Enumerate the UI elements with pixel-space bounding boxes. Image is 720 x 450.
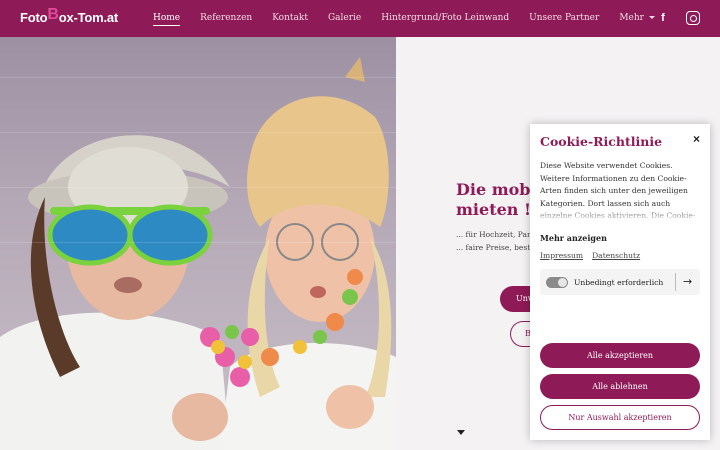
accept-selection-button[interactable]: Nur Auswahl akzeptieren: [540, 405, 700, 430]
scroll-down-icon[interactable]: [457, 430, 465, 435]
logo-text-b: B: [47, 6, 59, 23]
datenschutz-link[interactable]: Datenschutz: [592, 251, 640, 260]
nav-referenzen[interactable]: Referenzen: [200, 13, 252, 26]
main-nav: Home Referenzen Kontakt Galerie Hintergr…: [153, 13, 675, 26]
cookie-description-box: Diese Website verwendet Cookies. Weitere…: [540, 160, 704, 222]
photo-illustration: [0, 57, 396, 450]
cookie-dialog: Cookie-Richtlinie × Diese Website verwen…: [530, 124, 710, 440]
close-icon[interactable]: ×: [693, 132, 700, 146]
instagram-icon[interactable]: [686, 11, 700, 25]
logo-text-rest: ox-Tom.at: [58, 10, 119, 25]
reject-all-button[interactable]: Alle ablehnen: [540, 374, 700, 399]
arrow-right-icon[interactable]: →: [683, 275, 692, 288]
accept-all-button[interactable]: Alle akzeptieren: [540, 343, 700, 368]
nav-home[interactable]: Home: [153, 13, 181, 26]
cookie-legal-links: Impressum Datenschutz: [540, 251, 640, 260]
essential-toggle[interactable]: [546, 277, 568, 288]
nav-partner[interactable]: Unsere Partner: [529, 13, 599, 26]
site-logo[interactable]: FotoBox-Tom.at: [20, 6, 119, 27]
nav-mehr-label: Mehr: [619, 13, 644, 23]
chevron-down-icon: [648, 16, 655, 19]
hero-headline-line1: Die mobile: [456, 180, 536, 199]
essential-label: Unbedingt erforderlich: [574, 278, 664, 287]
cookie-title: Cookie-Richtlinie: [540, 134, 663, 149]
hero-subtext: ... für Hochzeit, Party ... faire Preise…: [456, 228, 536, 254]
nav-mehr[interactable]: Mehr: [619, 13, 655, 26]
category-divider: [675, 273, 676, 291]
hero-subtext-line2: ... faire Preise, beste B: [456, 243, 536, 252]
hero-subtext-line1: ... für Hochzeit, Party: [456, 230, 536, 239]
cookie-category-essential[interactable]: Unbedingt erforderlich →: [540, 269, 700, 295]
hero-headline-line2: mieten !: [456, 200, 531, 219]
top-navigation-bar: FotoBox-Tom.at Home Referenzen Kontakt G…: [0, 0, 720, 37]
show-more-link[interactable]: Mehr anzeigen: [540, 233, 607, 243]
hero-headline: Die mobile mieten !: [456, 180, 536, 220]
logo-text-foto: Foto: [20, 10, 48, 25]
social-links: f: [656, 11, 700, 25]
hero-photo: [0, 37, 396, 450]
facebook-icon[interactable]: f: [656, 11, 670, 25]
cookie-text-fade: [540, 208, 704, 222]
impressum-link[interactable]: Impressum: [540, 251, 583, 260]
nav-kontakt[interactable]: Kontakt: [272, 13, 308, 26]
nav-galerie[interactable]: Galerie: [328, 13, 361, 26]
nav-hintergrund[interactable]: Hintergrund/Foto Leinwand: [381, 13, 509, 26]
